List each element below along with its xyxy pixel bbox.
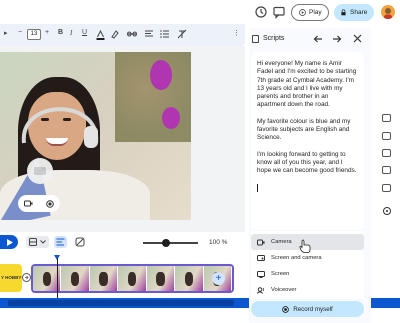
voiceover-icon	[257, 286, 265, 294]
document-icon	[252, 35, 259, 43]
menu-item-label: Camera	[271, 239, 292, 245]
rail-record-icon[interactable]	[383, 207, 391, 215]
hobby-clip[interactable]: Y HOBBY	[0, 264, 22, 292]
hide-button[interactable]	[73, 236, 86, 248]
scripts-title: Scripts	[263, 35, 285, 42]
history-icon[interactable]	[254, 5, 268, 19]
lock-icon	[341, 9, 346, 16]
camera-icon[interactable]	[24, 200, 33, 207]
script-paragraph: Hi everyone! My name is Amir Fadel and I…	[257, 60, 357, 109]
menu-item-label: Screen and camera	[271, 255, 322, 261]
clip-thumbnail	[118, 266, 147, 291]
headphones	[21, 107, 99, 148]
editor-toolbar: ▸ − 13 + B I U ⋮	[0, 24, 245, 46]
play-timeline-button[interactable]	[0, 235, 18, 249]
slide-video-frame[interactable]	[0, 52, 191, 220]
clip-thumbnail	[89, 266, 119, 291]
share-label: Share	[350, 9, 368, 16]
clip-thumbnail	[175, 266, 204, 291]
right-side-rail	[376, 104, 400, 224]
transition-icon[interactable]	[22, 273, 31, 282]
record-myself-label: Record myself	[293, 305, 333, 313]
script-paragraph: My favorite colour is blue and my favori…	[257, 117, 351, 142]
chevron-down-icon	[40, 240, 46, 244]
close-icon[interactable]	[353, 34, 362, 43]
align-left-icon	[56, 238, 65, 246]
zoom-label: 100 %	[209, 239, 228, 246]
captions-button[interactable]	[54, 236, 67, 248]
back-arrow-icon[interactable]	[313, 34, 323, 44]
highlight-icon[interactable]	[110, 29, 120, 39]
rail-tool-icon[interactable]	[382, 184, 391, 192]
flower	[162, 107, 180, 129]
record-icon[interactable]	[45, 199, 54, 208]
menu-item-voiceover[interactable]: Voiceover	[251, 282, 364, 298]
rail-tool-icon[interactable]	[382, 132, 391, 140]
clip-thumbnail	[61, 266, 90, 291]
clear-format-icon[interactable]	[177, 29, 187, 39]
zoom-slider-track[interactable]	[143, 242, 198, 244]
play-icon	[7, 238, 13, 246]
forward-arrow-icon[interactable]	[332, 34, 342, 44]
play-button[interactable]: Play	[291, 4, 329, 21]
play-label: Play	[309, 9, 322, 16]
bold-button[interactable]: B	[58, 29, 63, 36]
script-text-area[interactable]: Hi everyone! My name is Amir Fadel and I…	[251, 52, 364, 230]
screen-icon	[257, 270, 265, 278]
share-button[interactable]: Share	[334, 4, 374, 21]
underline-button[interactable]: U	[82, 29, 87, 36]
layout-button[interactable]	[26, 236, 49, 248]
font-size-increase-button[interactable]: +	[45, 29, 49, 36]
clip-thumbnail	[146, 266, 176, 291]
rail-tool-icon[interactable]	[382, 166, 391, 174]
flower	[150, 60, 172, 90]
more-icon[interactable]: ▸	[4, 29, 8, 37]
rail-tool-icon[interactable]	[382, 149, 391, 157]
link-icon[interactable]	[127, 29, 137, 39]
align-icon[interactable]	[144, 29, 154, 39]
menu-item-label: Screen	[271, 271, 290, 277]
rail-tool-icon[interactable]	[382, 114, 391, 122]
script-paragraph: I'm looking forward to getting to know a…	[257, 150, 357, 175]
canvas-area	[0, 46, 245, 232]
text-color-icon[interactable]	[96, 30, 105, 40]
hand-pointer-icon	[299, 239, 311, 253]
top-bar: Play Share	[0, 0, 400, 24]
camera-controls	[18, 195, 60, 212]
video-clip[interactable]	[31, 264, 234, 293]
timeline-scrollbar-thumb[interactable]	[8, 300, 234, 306]
screen-camera-icon	[257, 254, 265, 261]
font-size-input[interactable]: 13	[27, 29, 41, 40]
camera-off-icon	[34, 167, 46, 175]
comment-icon[interactable]	[272, 5, 286, 19]
list-icon[interactable]	[160, 29, 170, 39]
font-size-decrease-button[interactable]: −	[18, 29, 22, 36]
menu-item-screen[interactable]: Screen	[251, 266, 364, 282]
camera-off-badge[interactable]	[27, 158, 53, 184]
camera-icon	[257, 239, 265, 245]
more-options-icon[interactable]: ⋮	[233, 29, 240, 37]
italic-button[interactable]: I	[70, 29, 72, 37]
text-cursor	[257, 183, 258, 192]
zoom-slider-handle[interactable]	[162, 239, 170, 247]
layout-icon	[29, 238, 37, 246]
menu-item-label: Voiceover	[271, 287, 297, 293]
record-myself-button[interactable]: Record myself	[251, 301, 364, 317]
record-icon	[282, 305, 290, 313]
avatar[interactable]	[381, 5, 395, 19]
add-clip-button[interactable]: +	[212, 272, 225, 285]
play-icon	[299, 9, 306, 16]
hide-icon	[75, 237, 85, 247]
